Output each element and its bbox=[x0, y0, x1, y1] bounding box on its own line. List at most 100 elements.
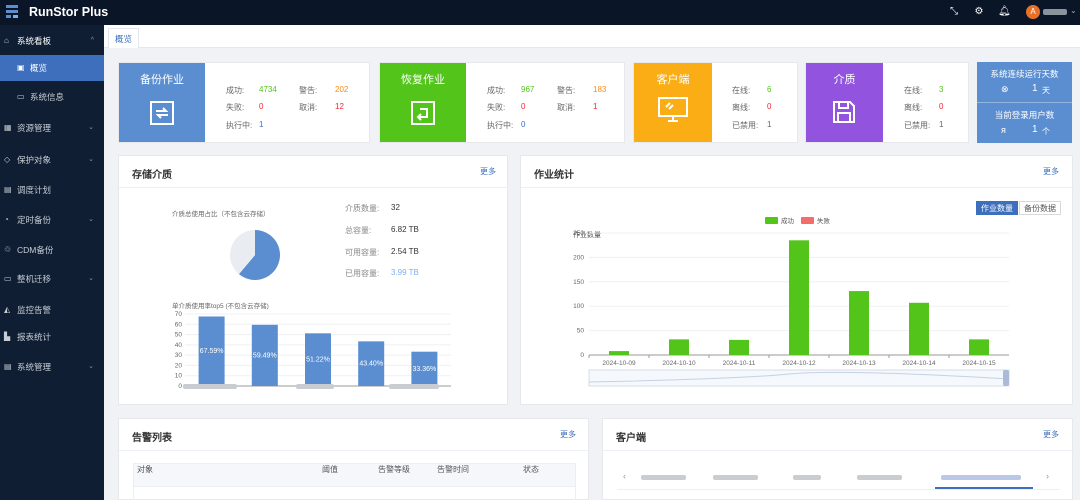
x-tick-label: 2024-10-09 bbox=[602, 360, 636, 367]
username-blurred[interactable] bbox=[1043, 9, 1067, 15]
y-tick-label: 0 bbox=[178, 383, 182, 390]
top-bar: RunStor Plus ⤡ ⚙ 🔔︎ A ⌄ bbox=[0, 0, 1080, 25]
x-tick-label: 2024-10-14 bbox=[902, 360, 936, 367]
sidebar: ⌂ 系统看板 ^ ▣ 概览 ▭ 系统信息 ▦ 资源管理 ⌄ ◇ 保护对象 ⌄ ▤ 调度计划 ◔ 定时… bbox=[0, 25, 104, 500]
alarm-col-status: 状态 bbox=[523, 465, 539, 474]
shield-icon: ◇ bbox=[4, 155, 11, 164]
client-more-link[interactable]: 更多 bbox=[1043, 429, 1059, 440]
total-capacity: 6.82 TB bbox=[391, 225, 419, 234]
y-tick-label: 50 bbox=[175, 332, 183, 339]
alarm-col-object: 对象 bbox=[137, 465, 153, 474]
client-tab-blurred[interactable] bbox=[857, 475, 902, 480]
sidebar-item-schedule[interactable]: ▤ 调度计划 bbox=[0, 177, 104, 203]
alarm-col-level: 告警等级 bbox=[378, 465, 410, 474]
restore-success-count: 967 bbox=[521, 85, 535, 94]
client-online-count: 6 bbox=[767, 85, 772, 94]
clock-icon: ⊗ bbox=[1001, 84, 1009, 94]
legend-label: 成功 bbox=[781, 216, 795, 225]
sidebar-item-cdm[interactable]: ♲ CDM备份 bbox=[0, 237, 104, 263]
client-tab-blurred[interactable] bbox=[641, 475, 686, 480]
alarm-table-body bbox=[133, 486, 576, 500]
y-tick-label: 70 bbox=[175, 311, 183, 318]
chevron-up-icon: ^ bbox=[90, 37, 94, 44]
job-stats-bar-chart: 作业数量成功 失败0501001502002502024-10-09 2024-10… bbox=[573, 216, 1010, 387]
y-tick-label: 200 bbox=[573, 254, 584, 261]
client-tab-blurred[interactable] bbox=[793, 475, 821, 480]
x-tick-label: 2024-10-11 bbox=[723, 360, 756, 367]
available-capacity: 2.54 TB bbox=[391, 247, 419, 256]
chevron-down-icon[interactable]: ⌄ bbox=[1070, 6, 1077, 15]
avatar[interactable]: A bbox=[1026, 5, 1040, 19]
used-capacity: 3.99 TB bbox=[391, 268, 419, 277]
sidebar-item-protection[interactable]: ◇ 保护对象 ⌄ bbox=[0, 147, 104, 173]
clock-icon: ◔ bbox=[4, 215, 9, 224]
y-tick-label: 40 bbox=[175, 342, 183, 349]
client-tab-blurred[interactable] bbox=[713, 475, 758, 480]
media-card[interactable]: 介质 在线: 3 离线: 0 已禁用: 1 bbox=[805, 62, 969, 143]
dashboard-icon: ▣ bbox=[17, 63, 25, 72]
alarm-col-threshold: 阈值 bbox=[322, 465, 338, 474]
y-tick-label: 50 bbox=[577, 328, 585, 335]
sidebar-item-system-info[interactable]: ▭ 系统信息 bbox=[0, 84, 104, 110]
bar-value-label: 67.59% bbox=[200, 348, 224, 355]
client-card[interactable]: 客户端 在线: 6 离线: 0 已禁用: 1 bbox=[633, 62, 798, 143]
legend-swatch bbox=[765, 217, 778, 224]
system-stats-card: 系统连续运行天数 ⊗ 1 天 当前登录用户数 ᴙ 1 个 bbox=[977, 62, 1072, 143]
tab-overview[interactable]: 概览 bbox=[108, 28, 140, 48]
monitor-icon bbox=[658, 97, 688, 122]
bell-icon[interactable]: 🔔︎ bbox=[998, 6, 1011, 18]
home-icon: ⌂ bbox=[4, 36, 9, 45]
bar bbox=[789, 240, 809, 355]
y-tick-label: 100 bbox=[573, 303, 584, 310]
x-tick-label: 2024-10-13 bbox=[842, 360, 876, 367]
zoom-slider-track bbox=[588, 369, 1010, 387]
sidebar-item-monitor[interactable]: ◭ 监控告警 bbox=[0, 297, 104, 323]
alarm-list-panel: 告警列表 更多 bbox=[118, 418, 590, 500]
sidebar-item-system-admin[interactable]: ▤ 系统管理 ⌄ bbox=[0, 354, 104, 380]
monitor-icon: ▭ bbox=[17, 92, 25, 101]
alarm-table-header bbox=[133, 463, 576, 487]
legend-label: 失败 bbox=[817, 216, 831, 225]
sidebar-item-reports[interactable]: ▙ 报表统计 bbox=[0, 324, 104, 350]
y-tick-label: 30 bbox=[175, 352, 183, 359]
media-online-count: 3 bbox=[939, 85, 944, 94]
fullscreen-icon[interactable]: ⤡ bbox=[948, 6, 960, 18]
storage-more-link[interactable]: 更多 bbox=[480, 166, 496, 177]
sidebar-item-overview[interactable]: ▣ 概览 bbox=[0, 55, 104, 81]
chevron-down-icon: ⌄ bbox=[88, 275, 94, 282]
bar bbox=[609, 351, 629, 355]
y-tick-label: 60 bbox=[175, 321, 183, 328]
media-offline-count: 0 bbox=[939, 102, 944, 111]
alarm-col-time: 告警时间 bbox=[437, 465, 469, 474]
y-tick-label: 150 bbox=[573, 279, 584, 286]
restore-running-count: 0 bbox=[521, 120, 526, 129]
bar bbox=[969, 339, 989, 355]
backup-card-header: 备份作业 bbox=[119, 63, 205, 142]
alarm-more-link[interactable]: 更多 bbox=[560, 429, 576, 440]
tab-bar: 概览 bbox=[104, 25, 1080, 48]
user-icon: ᴙ bbox=[1001, 125, 1006, 135]
uptime-days: 1 bbox=[1032, 83, 1038, 94]
chevron-right-icon[interactable]: › bbox=[1046, 471, 1049, 481]
app-title: RunStor Plus bbox=[29, 5, 109, 19]
chevron-left-icon[interactable]: ‹ bbox=[623, 471, 626, 481]
gear-icon[interactable]: ⚙ bbox=[973, 6, 985, 18]
backup-warning-count: 202 bbox=[335, 85, 349, 94]
restore-jobs-card[interactable]: 恢复作业 成功: 967 警告: 183 失败: 0 取消: 1 执行中: 0 bbox=[379, 62, 625, 143]
chart-icon: ▙ bbox=[4, 332, 11, 341]
job-stats-more-link[interactable]: 更多 bbox=[1043, 166, 1059, 177]
grid-icon: ▦ bbox=[4, 123, 12, 132]
media-card-title: 介质 bbox=[833, 74, 856, 86]
alert-icon: ◭ bbox=[4, 305, 11, 314]
client-tab-active-blurred[interactable] bbox=[941, 475, 1021, 480]
backup-cancel-count: 12 bbox=[335, 102, 344, 111]
x-tick-label: 2024-10-10 bbox=[662, 360, 696, 367]
sidebar-item-migration[interactable]: ▭ 整机迁移 ⌄ bbox=[0, 266, 104, 292]
settings-icon: ▤ bbox=[4, 362, 12, 371]
sidebar-item-resources[interactable]: ▦ 资源管理 ⌄ bbox=[0, 115, 104, 141]
sidebar-item-timed-backup[interactable]: ◔ 定时备份 ⌄ bbox=[0, 207, 104, 233]
cdm-icon: ♲ bbox=[4, 245, 12, 254]
backup-jobs-card[interactable]: 备份作业 成功: 4734 警告: 202 失败: 0 取消: 12 执行中: … bbox=[118, 62, 370, 143]
sidebar-item-dashboard[interactable]: ⌂ 系统看板 ^ bbox=[0, 28, 104, 54]
restore-fail-count: 0 bbox=[521, 102, 526, 111]
